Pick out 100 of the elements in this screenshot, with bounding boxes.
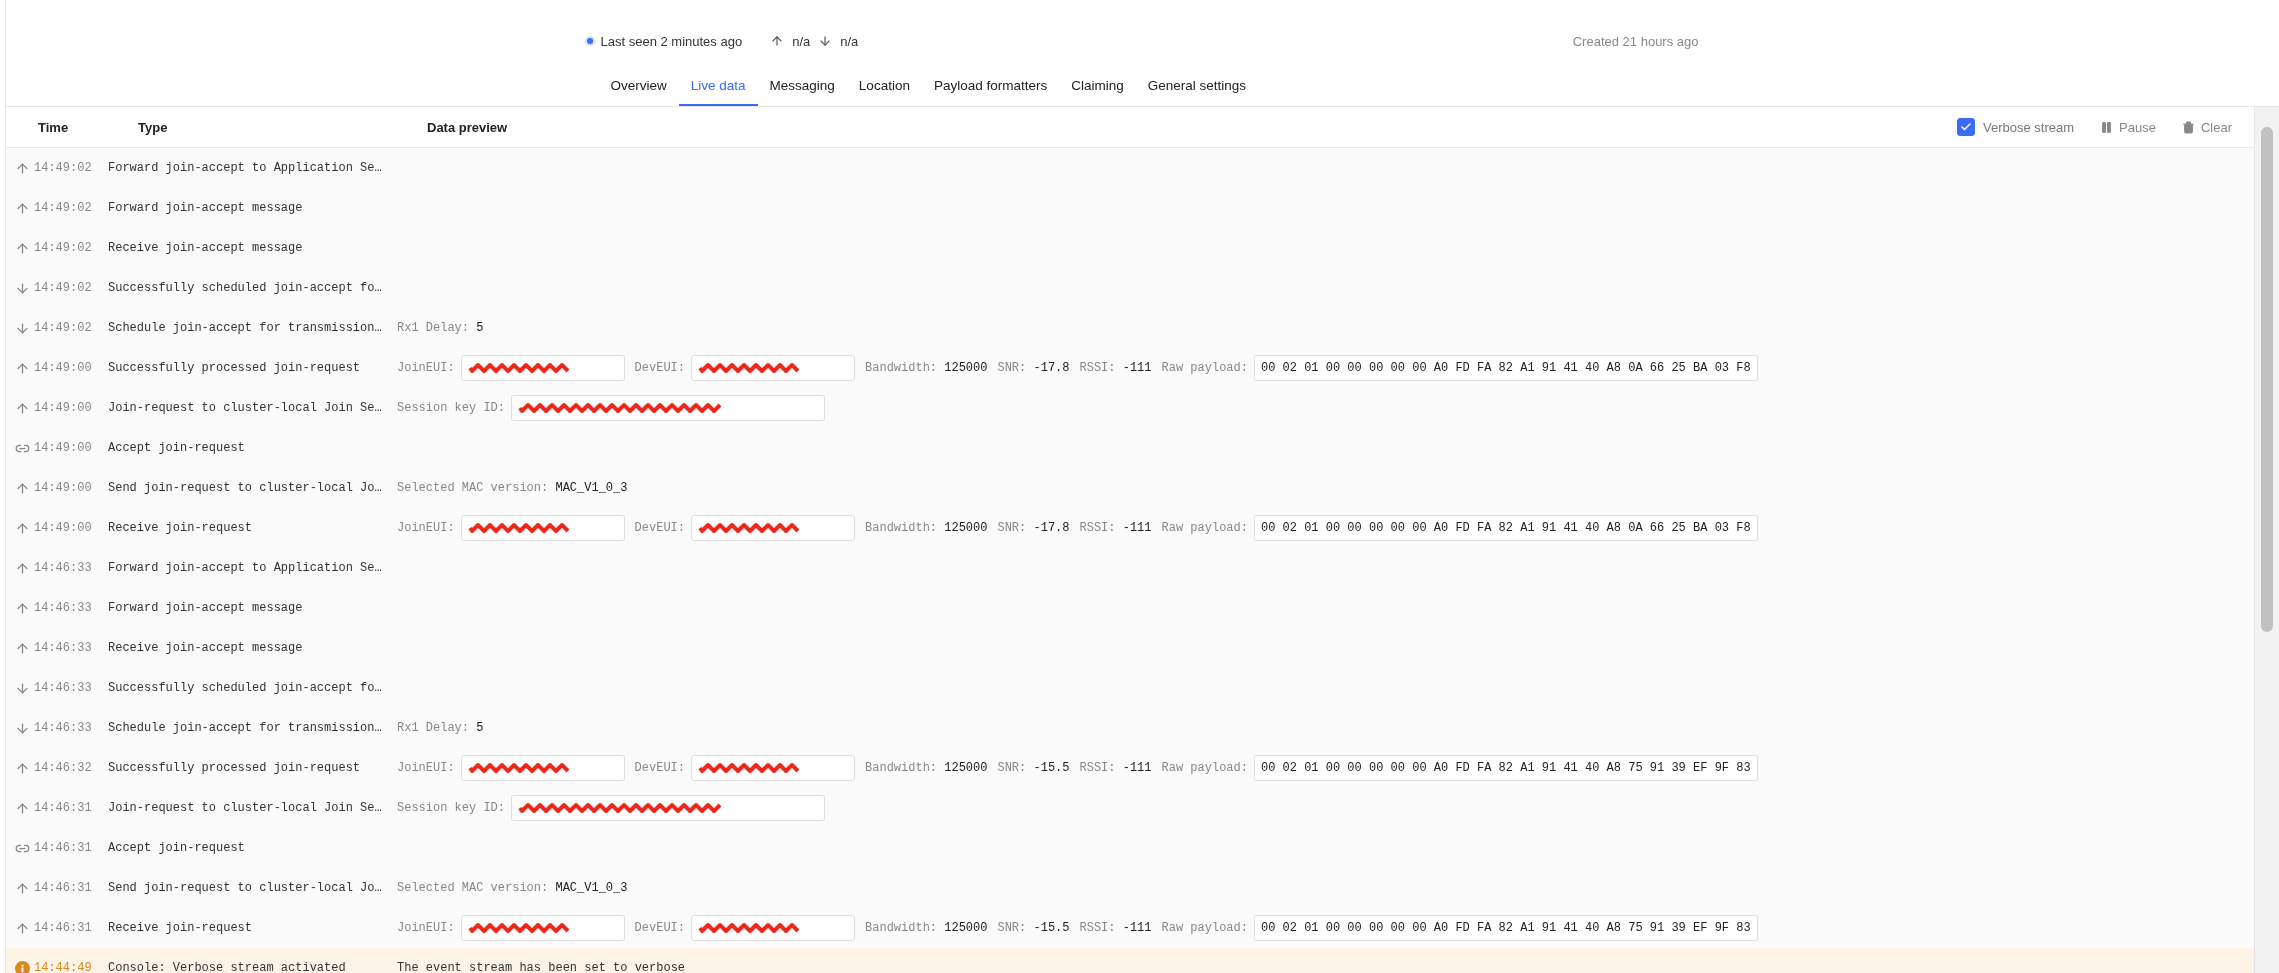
preview-field-text: Bandwidth: 125000	[865, 761, 988, 775]
event-type: Send join-request to cluster-local Jo…	[108, 481, 383, 495]
checkbox-label: Verbose stream	[1983, 119, 2075, 135]
event-type: Send join-request to cluster-local Jo…	[108, 881, 383, 895]
arrow-down-icon	[14, 720, 30, 736]
event-type: Forward join-accept to Application Se…	[108, 561, 383, 575]
uplink-count: n/a	[792, 33, 811, 49]
event-time: 14:44:49	[34, 961, 93, 973]
redaction-scribble-icon	[467, 762, 572, 774]
column-header: Type	[138, 119, 169, 135]
event-type: Successfully processed join-request	[108, 761, 362, 775]
verbose-checkbox[interactable]	[1957, 118, 1975, 136]
field-label: Raw payload:	[1161, 761, 1248, 775]
tab[interactable]: Location	[846, 68, 922, 106]
event-time: 14:49:02	[34, 241, 93, 255]
pause-icon	[2100, 120, 2114, 134]
event-time: 14:49:02	[34, 161, 93, 175]
preview-field-text: Selected MAC version: MAC_V1_0_3	[397, 881, 628, 895]
event-type: Receive join-request	[108, 521, 254, 535]
field-label: Raw payload:	[1161, 921, 1248, 935]
event-time: 14:46:33	[34, 561, 93, 575]
event-time: 14:49:00	[34, 441, 93, 455]
column-header: Time	[37, 119, 70, 135]
field-label: Raw payload:	[1161, 361, 1248, 375]
event-time: 14:49:00	[34, 401, 93, 415]
tab[interactable]: General settings	[1135, 68, 1259, 106]
arrow-down-icon	[14, 280, 30, 296]
preview-field-text: Selected MAC version: MAC_V1_0_3	[397, 481, 628, 495]
preview-field-text: SNR: -17.8	[997, 361, 1070, 375]
event-time: 14:46:31	[34, 801, 93, 815]
tab[interactable]: Overview	[598, 68, 679, 106]
event-type: Schedule join-accept for transmission…	[108, 321, 383, 335]
field-label: DevEUI:	[634, 521, 686, 535]
preview-field-text: Bandwidth: 125000	[865, 361, 988, 375]
payload-field: 00 02 01 00 00 00 00 00 A0 FD FA 82 A1 91 41 40 A8 75 91 39 EF 9F 83	[1253, 755, 1758, 781]
downlink-count: n/a	[840, 33, 859, 49]
event-time: 14:46:31	[34, 921, 93, 935]
event-type: Accept join-request	[108, 441, 246, 455]
event-time: 14:49:00	[34, 521, 93, 535]
clear-button[interactable]: Clear	[2181, 119, 2232, 135]
tab[interactable]: Messaging	[757, 68, 847, 106]
event-type: Receive join-accept message	[108, 241, 304, 255]
field-label: Session key ID:	[397, 801, 506, 815]
event-type: Successfully processed join-request	[108, 361, 362, 375]
field-label: DevEUI:	[634, 761, 686, 775]
arrow-down-icon	[14, 320, 30, 336]
event-time: 14:46:33	[34, 641, 93, 655]
field-label: JoinEUI:	[397, 921, 455, 935]
redaction-scribble-icon	[467, 522, 572, 534]
pause-button[interactable]: Pause	[2100, 119, 2156, 135]
check-icon	[1960, 121, 1972, 133]
event-type: Join-request to cluster-local Join Se…	[108, 801, 383, 815]
preview-field-text: RSSI: -111	[1079, 761, 1152, 775]
event-time: 14:46:33	[34, 681, 93, 695]
event-type: Forward join-accept message	[108, 201, 304, 215]
field-label: Session key ID:	[397, 401, 506, 415]
event-time: 14:46:31	[34, 841, 93, 855]
event-type: Forward join-accept message	[108, 601, 304, 615]
redaction-scribble-icon	[467, 922, 572, 934]
event-type: Successfully scheduled join-accept fo…	[108, 681, 383, 695]
column-header: Data preview	[427, 119, 509, 135]
event-time: 14:49:00	[34, 481, 93, 495]
redaction-scribble-icon	[467, 362, 572, 374]
preview-field-text: Bandwidth: 125000	[865, 521, 988, 535]
event-type: Console: Verbose stream activated	[108, 961, 347, 973]
event-time: 14:49:02	[34, 201, 93, 215]
preview-field-text: SNR: -15.5	[997, 921, 1070, 935]
payload-field: 00 02 01 00 00 00 00 00 A0 FD FA 82 A1 91 41 40 A8 0A 66 25 BA 03 F8	[1253, 515, 1758, 541]
payload-field: 00 02 01 00 00 00 00 00 A0 FD FA 82 A1 91 41 40 A8 75 91 39 EF 9F 83	[1253, 915, 1758, 941]
preview-field-text: RSSI: -111	[1079, 921, 1152, 935]
field-label: DevEUI:	[634, 361, 686, 375]
field-label: JoinEUI:	[397, 361, 455, 375]
event-type: Forward join-accept to Application Se…	[108, 161, 383, 175]
event-time: 14:46:33	[34, 721, 93, 735]
event-time: 14:46:31	[34, 881, 93, 895]
scrollbar[interactable]	[2254, 107, 2279, 973]
event-time: 14:46:33	[34, 601, 93, 615]
field-label: Raw payload:	[1161, 521, 1248, 535]
preview-field-text: Rx1 Delay: 5	[397, 321, 484, 335]
trash-icon	[2181, 120, 2195, 134]
created-text: Created 21 hours ago	[1572, 33, 1699, 49]
field-label: DevEUI:	[634, 921, 686, 935]
event-type: Successfully scheduled join-accept fo…	[108, 281, 383, 295]
payload-field: 00 02 01 00 00 00 00 00 A0 FD FA 82 A1 91 41 40 A8 0A 66 25 BA 03 F8	[1253, 355, 1758, 381]
event-time: 14:49:02	[34, 281, 93, 295]
last-seen-text: Last seen 2 minutes ago	[600, 33, 743, 49]
event-type: Receive join-request	[108, 921, 254, 935]
arrow-down-icon	[14, 680, 30, 696]
event-type: Join-request to cluster-local Join Se…	[108, 401, 383, 415]
info-icon	[14, 960, 30, 973]
preview-field-text: RSSI: -111	[1079, 521, 1152, 535]
tab[interactable]: Payload formatters	[921, 68, 1060, 106]
preview-field-text: Rx1 Delay: 5	[397, 721, 484, 735]
preview-field-text: SNR: -17.8	[997, 521, 1070, 535]
event-time: 14:46:32	[34, 761, 93, 775]
event-type: Accept join-request	[108, 841, 246, 855]
preview-field-text: RSSI: -111	[1079, 361, 1152, 375]
tab[interactable]: Claiming	[1059, 68, 1136, 106]
event-time: 14:49:00	[34, 361, 93, 375]
preview-field-text: Bandwidth: 125000	[865, 921, 988, 935]
